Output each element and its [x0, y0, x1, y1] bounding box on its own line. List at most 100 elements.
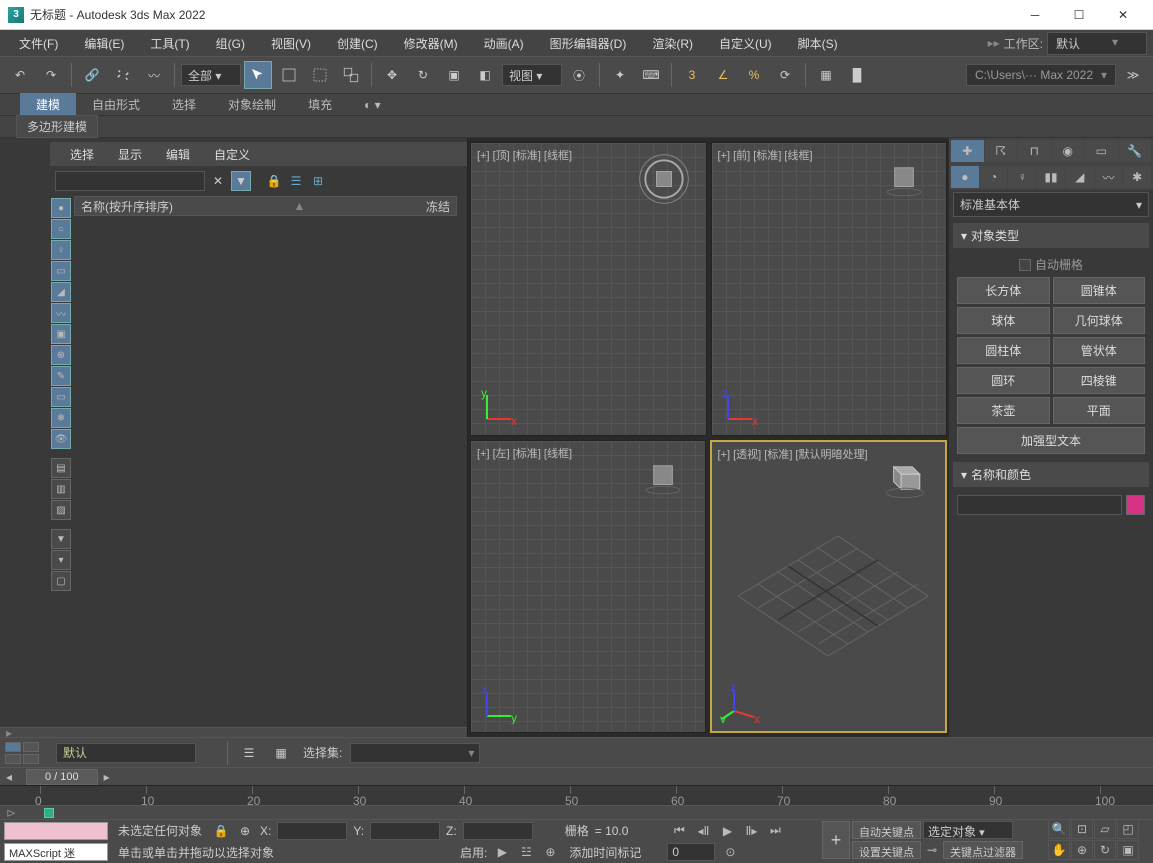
header-name-label[interactable]: 名称(按升序排序)	[81, 198, 173, 215]
redo-button[interactable]: ↷	[37, 61, 65, 89]
tab-create[interactable]: ✚	[951, 140, 984, 162]
scene-menu-display[interactable]: 显示	[106, 144, 154, 165]
ribbon-tab-modeling[interactable]: 建模	[20, 93, 76, 116]
ribbon-tab-objectpaint[interactable]: 对象绘制	[212, 93, 292, 116]
current-frame-display[interactable]: 0 / 100	[26, 769, 98, 785]
timeslider-prev-icon[interactable]: ◂	[6, 770, 20, 784]
menu-modifiers[interactable]: 修改器(M)	[391, 32, 471, 55]
rollout-namecolor-header[interactable]: ▾ 名称和颜色	[953, 462, 1149, 487]
filter-shapes-icon[interactable]: ○	[51, 219, 71, 239]
layers-icon[interactable]: ☰	[235, 739, 263, 767]
z-input[interactable]	[463, 822, 533, 840]
menu-views[interactable]: 视图(V)	[258, 32, 324, 55]
maxscript-mini-listener[interactable]: MAXScript 迷	[4, 843, 108, 861]
snap-toggle-button[interactable]: 3	[678, 61, 706, 89]
filter-hidden-icon[interactable]: 👁	[51, 429, 71, 449]
btn-teapot[interactable]: 茶壶	[957, 397, 1050, 424]
close-button[interactable]: ✕	[1101, 1, 1145, 29]
menu-grapheditors[interactable]: 图形编辑器(D)	[537, 32, 640, 55]
mirror-button[interactable]: ▐▌	[843, 61, 871, 89]
enable-sound-icon[interactable]: ☳	[517, 843, 535, 861]
tab-motion[interactable]: ◉	[1052, 140, 1085, 162]
menu-group[interactable]: 组(G)	[203, 32, 258, 55]
scene-menu-edit[interactable]: 编辑	[154, 144, 202, 165]
select-by-name-button[interactable]	[275, 61, 303, 89]
cat-systems[interactable]: ✱	[1123, 166, 1151, 188]
rect-region-button[interactable]	[306, 61, 334, 89]
spinner-snap-button[interactable]: ⟳	[771, 61, 799, 89]
next-frame-button[interactable]: Ⅱ▸	[742, 822, 760, 840]
play-button[interactable]: ▶	[718, 822, 736, 840]
ribbon-tab-populate[interactable]: 填充	[292, 93, 348, 116]
viewport-top-label[interactable]: [+] [顶] [标准] [线框]	[477, 147, 572, 163]
object-name-input[interactable]	[957, 495, 1122, 515]
scene-list-header[interactable]: 名称(按升序排序) ▲ 冻结	[74, 196, 457, 216]
undo-button[interactable]: ↶	[6, 61, 34, 89]
y-input[interactable]	[370, 822, 440, 840]
filter-helpers-icon[interactable]: ◢	[51, 282, 71, 302]
explorer-bottom-strip[interactable]: ▸	[0, 727, 467, 737]
viewport-top[interactable]: [+] [顶] [标准] [线框] xy	[470, 142, 707, 436]
viewcube-front[interactable]	[876, 151, 932, 207]
keyfilter-sel-select[interactable]: 选定对象 ▾	[923, 821, 1013, 839]
viewport-left[interactable]: [+] [左] [标准] [线框] yz	[470, 440, 706, 734]
tab-modify[interactable]: ☈	[985, 140, 1018, 162]
clear-search-button[interactable]: ✕	[209, 172, 227, 190]
ribbon-subtab-polymodeling[interactable]: 多边形建模	[16, 115, 98, 138]
cat-lights[interactable]: ♀	[1008, 166, 1036, 188]
viewport-front[interactable]: [+] [前] [标准] [线框] xz	[711, 142, 948, 436]
btn-textplus[interactable]: 加强型文本	[957, 427, 1145, 454]
sort-alpha-icon[interactable]: ▼	[51, 529, 71, 549]
scene-list[interactable]: 名称(按升序排序) ▲ 冻结	[74, 196, 467, 727]
maximize-button[interactable]: ☐	[1057, 1, 1101, 29]
time-config-icon[interactable]: ⊙	[721, 843, 739, 861]
menu-customize[interactable]: 自定义(U)	[706, 32, 785, 55]
absolute-transform-icon[interactable]: ⊕	[236, 822, 254, 840]
filter-lights-icon[interactable]: ♀	[51, 240, 71, 260]
filter-bone-icon[interactable]: ✎	[51, 366, 71, 386]
selection-set-select[interactable]	[350, 743, 480, 763]
nav-fov-icon[interactable]: ▱	[1094, 819, 1116, 839]
key-mode-icon[interactable]: ⊸	[923, 841, 941, 859]
tab-display[interactable]: ▭	[1085, 140, 1118, 162]
set-key-big-button[interactable]: +	[822, 821, 850, 859]
viewport-left-label[interactable]: [+] [左] [标准] [线框]	[477, 445, 572, 461]
btn-tube[interactable]: 管状体	[1053, 337, 1146, 364]
display-none-icon[interactable]: ▥	[51, 479, 71, 499]
menu-file[interactable]: 文件(F)	[6, 32, 71, 55]
nav-maxviewport-icon[interactable]: ▣	[1117, 840, 1139, 860]
setkey-button[interactable]: 设置关键点	[852, 841, 921, 859]
angle-snap-button[interactable]: ∠	[709, 61, 737, 89]
tab-utilities[interactable]: 🔧	[1119, 140, 1152, 162]
filter-frozen-icon[interactable]: ❄	[51, 408, 71, 428]
menu-tools[interactable]: 工具(T)	[137, 32, 202, 55]
x-input[interactable]	[277, 822, 347, 840]
isolate-name[interactable]	[56, 743, 196, 763]
btn-box[interactable]: 长方体	[957, 277, 1050, 304]
maxscript-color-box[interactable]	[4, 822, 108, 840]
viewcube-left[interactable]	[635, 449, 691, 505]
ribbon-pin-button[interactable]: ◐ ▾	[348, 95, 397, 115]
cat-helpers[interactable]: ◢	[1066, 166, 1094, 188]
selection-filter-select[interactable]: 全部 ▾	[181, 64, 241, 86]
goto-start-button[interactable]: ⏮	[670, 822, 688, 840]
tab-hierarchy[interactable]: ⊓	[1018, 140, 1051, 162]
addtime-label[interactable]: 添加时间标记	[565, 844, 645, 861]
timetag-icon[interactable]: ⊕	[541, 843, 559, 861]
viewport-layout-button[interactable]	[4, 741, 40, 765]
menu-scripting[interactable]: 脚本(S)	[785, 32, 851, 55]
menu-edit[interactable]: 编辑(E)	[71, 32, 137, 55]
display-invert-icon[interactable]: ▨	[51, 500, 71, 520]
viewcube-top[interactable]	[636, 151, 692, 207]
display-all-icon[interactable]: ▤	[51, 458, 71, 478]
window-crossing-button[interactable]	[337, 61, 365, 89]
prev-frame-button[interactable]: ◂Ⅱ	[694, 822, 712, 840]
autokey-button[interactable]: 自动关键点	[852, 821, 921, 839]
filter-container-icon[interactable]: ▭	[51, 387, 71, 407]
cat-shapes[interactable]: ◔	[980, 166, 1008, 188]
filter-cameras-icon[interactable]: ▭	[51, 261, 71, 281]
use-pivot-center-button[interactable]: ⦿	[565, 61, 593, 89]
nav-zoomall-icon[interactable]: ⊡	[1071, 819, 1093, 839]
btn-cone[interactable]: 圆锥体	[1053, 277, 1146, 304]
menu-rendering[interactable]: 渲染(R)	[639, 32, 706, 55]
